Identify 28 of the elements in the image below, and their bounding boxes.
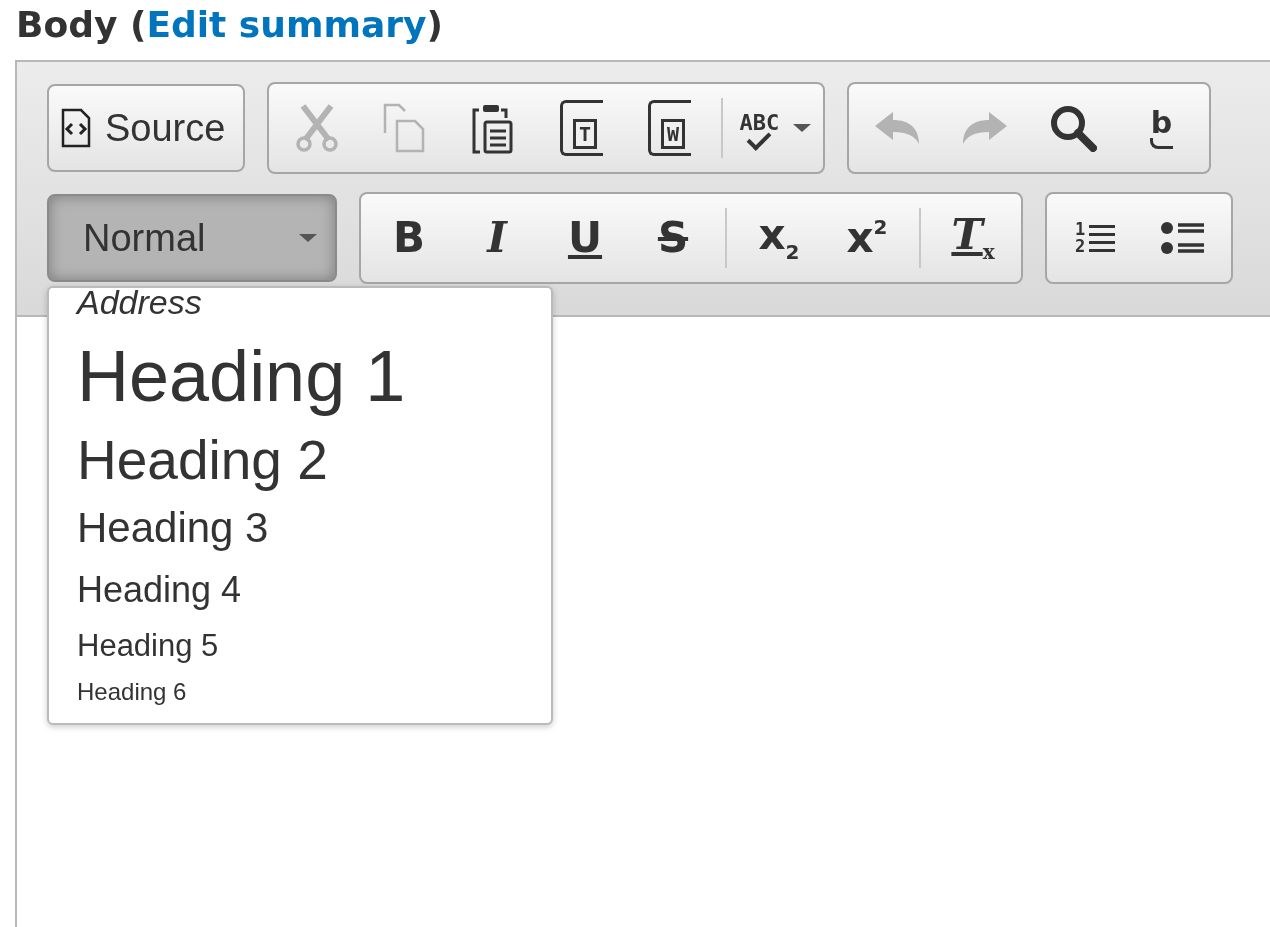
format-option[interactable]: Heading 3 xyxy=(77,503,269,554)
paste-icon xyxy=(471,102,516,154)
paste-text-button[interactable]: T xyxy=(539,86,624,170)
superscript-button[interactable]: x$^{2}$ xyxy=(825,196,909,280)
source-button[interactable]: Source xyxy=(47,84,246,172)
source-icon xyxy=(61,108,91,148)
edit-summary-link[interactable]: Edit summary xyxy=(146,4,427,45)
search-icon xyxy=(1049,104,1098,152)
replace-button[interactable]: b xyxy=(1119,86,1204,170)
format-dropdown[interactable]: Normal xyxy=(47,194,337,282)
spellcheck-button[interactable]: ABC xyxy=(733,86,818,170)
format-option[interactable]: Address xyxy=(77,282,202,323)
format-option[interactable]: Heading 6 xyxy=(77,677,187,707)
format-option[interactable]: Heading 1 xyxy=(77,332,406,420)
numbered-list-button[interactable]: 1 2 xyxy=(1053,196,1137,280)
bold-button[interactable]: B xyxy=(367,196,451,280)
remove-format-button[interactable]: T$_{x}$ xyxy=(931,196,1015,280)
scissors-icon xyxy=(295,104,340,152)
format-option[interactable]: Heading 2 xyxy=(77,427,328,494)
undo-icon xyxy=(873,110,922,146)
underline-button[interactable]: U xyxy=(543,196,627,280)
subscript-button[interactable]: x$_{2}$ xyxy=(737,196,821,280)
paste-word-button[interactable]: W xyxy=(627,86,712,170)
strike-button[interactable]: S xyxy=(631,196,715,280)
field-title: Body (Edit summary) xyxy=(15,3,444,47)
format-option[interactable]: Heading 4 xyxy=(77,567,242,611)
italic-button[interactable]: I xyxy=(455,196,539,280)
format-option[interactable]: Heading 5 xyxy=(77,626,219,664)
